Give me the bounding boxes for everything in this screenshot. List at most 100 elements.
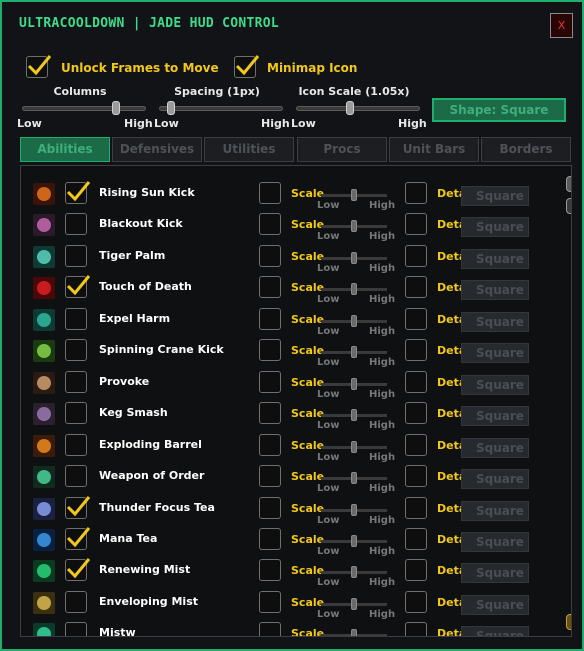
unlock-frames-checkbox[interactable] [26, 55, 52, 78]
scale-slider-track[interactable] [321, 409, 387, 422]
scale-checkbox[interactable] [259, 590, 281, 613]
close-button[interactable]: X [550, 13, 573, 38]
detach-checkbox[interactable] [405, 527, 427, 550]
tab-procs[interactable]: Procs [297, 137, 387, 162]
scale-slider-thumb[interactable] [351, 314, 357, 327]
detach-checkbox[interactable] [405, 402, 427, 425]
scale-checkbox[interactable] [259, 182, 281, 204]
scale-slider-track[interactable] [321, 377, 387, 390]
enable-checkbox[interactable] [65, 244, 87, 267]
scale-slider-track[interactable] [321, 503, 387, 516]
detach-checkbox[interactable] [405, 559, 427, 582]
slider-track[interactable] [159, 101, 283, 115]
enable-checkbox[interactable] [65, 370, 87, 393]
scale-slider-track[interactable] [321, 314, 387, 327]
scale-slider-track[interactable] [321, 472, 387, 485]
slider-track[interactable] [296, 101, 420, 115]
tab-utilities[interactable]: Utilities [204, 137, 294, 162]
scale-slider-track[interactable] [321, 346, 387, 359]
shape-square-button[interactable]: Square [461, 531, 529, 552]
scale-slider-thumb[interactable] [351, 566, 357, 579]
scale-slider-track[interactable] [321, 220, 387, 233]
scale-slider-track[interactable] [321, 534, 387, 547]
scale-checkbox[interactable] [259, 213, 281, 236]
shape-square-button[interactable]: Square [461, 594, 529, 615]
tab-unit-bars[interactable]: Unit Bars [389, 137, 479, 162]
shape-square-button[interactable]: Square [461, 626, 529, 636]
scale-checkbox[interactable] [259, 402, 281, 425]
shape-square-button[interactable]: Square [461, 406, 529, 427]
scale-checkbox[interactable] [259, 244, 281, 267]
shape-square-button[interactable]: Square [461, 186, 529, 206]
shape-square-button[interactable]: Square [461, 500, 529, 521]
enable-checkbox[interactable] [65, 465, 87, 488]
slider-thumb[interactable] [167, 101, 175, 115]
scale-slider-thumb[interactable] [351, 251, 357, 264]
scrollbar-thumb[interactable] [566, 198, 571, 214]
slider-track[interactable] [22, 101, 146, 115]
detach-checkbox[interactable] [405, 433, 427, 456]
scale-slider-thumb[interactable] [351, 346, 357, 359]
detach-checkbox[interactable] [405, 370, 427, 393]
scale-slider-track[interactable] [321, 440, 387, 453]
detach-checkbox[interactable] [405, 244, 427, 267]
enable-checkbox[interactable] [65, 433, 87, 456]
shape-square-button[interactable]: Square [461, 280, 529, 301]
scale-slider-thumb[interactable] [351, 220, 357, 233]
minimap-icon-checkbox[interactable] [234, 55, 260, 78]
enable-checkbox[interactable] [65, 181, 91, 204]
scale-slider-thumb[interactable] [351, 503, 357, 516]
enable-checkbox[interactable] [65, 526, 91, 550]
scale-slider-thumb[interactable] [351, 409, 357, 422]
scale-checkbox[interactable] [259, 465, 281, 488]
scale-slider-thumb[interactable] [351, 597, 357, 610]
shape-square-button[interactable]: Square [461, 248, 529, 269]
scale-checkbox[interactable] [259, 307, 281, 330]
detach-checkbox[interactable] [405, 590, 427, 613]
slider-thumb[interactable] [346, 101, 354, 115]
shape-square-button[interactable]: Square [461, 311, 529, 332]
scale-slider-thumb[interactable] [351, 440, 357, 453]
scale-checkbox[interactable] [259, 370, 281, 393]
detach-checkbox[interactable] [405, 465, 427, 488]
scale-slider-track[interactable] [321, 597, 387, 610]
shape-square-button[interactable]: Square [461, 469, 529, 490]
scale-slider-track[interactable] [321, 189, 387, 201]
detach-checkbox[interactable] [405, 213, 427, 236]
scale-checkbox[interactable] [259, 496, 281, 519]
enable-checkbox[interactable] [65, 590, 87, 613]
shape-square-button[interactable]: Square [461, 217, 529, 238]
scale-slider-thumb[interactable] [351, 283, 357, 296]
scroll-up-button[interactable] [566, 176, 571, 192]
scale-slider-thumb[interactable] [351, 629, 357, 636]
scale-slider-thumb[interactable] [351, 189, 357, 201]
enable-checkbox[interactable] [65, 402, 87, 425]
shape-square-button[interactable]: Square [461, 343, 529, 364]
scale-slider-track[interactable] [321, 566, 387, 579]
scale-slider-track[interactable] [321, 629, 387, 636]
shape-square-button[interactable]: Square [461, 437, 529, 458]
enable-checkbox[interactable] [65, 307, 87, 330]
enable-checkbox[interactable] [65, 275, 91, 299]
scale-checkbox[interactable] [259, 339, 281, 362]
shape-button[interactable]: Shape: Square [432, 98, 566, 122]
tab-defensives[interactable]: Defensives [112, 137, 202, 162]
tab-borders[interactable]: Borders [481, 137, 571, 162]
detach-checkbox[interactable] [405, 276, 427, 299]
slider-thumb[interactable] [112, 101, 120, 115]
detach-checkbox[interactable] [405, 496, 427, 519]
scale-slider-thumb[interactable] [351, 534, 357, 547]
scale-checkbox[interactable] [259, 622, 281, 636]
shape-square-button[interactable]: Square [461, 563, 529, 584]
scale-checkbox[interactable] [259, 276, 281, 299]
scale-checkbox[interactable] [259, 433, 281, 456]
detach-checkbox[interactable] [405, 182, 427, 204]
detach-checkbox[interactable] [405, 339, 427, 362]
detach-checkbox[interactable] [405, 622, 427, 636]
scale-checkbox[interactable] [259, 559, 281, 582]
shape-square-button[interactable]: Square [461, 374, 529, 395]
enable-checkbox[interactable] [65, 495, 91, 519]
enable-checkbox[interactable] [65, 622, 87, 636]
scale-slider-thumb[interactable] [351, 472, 357, 485]
scroll-down-button[interactable] [566, 614, 571, 630]
